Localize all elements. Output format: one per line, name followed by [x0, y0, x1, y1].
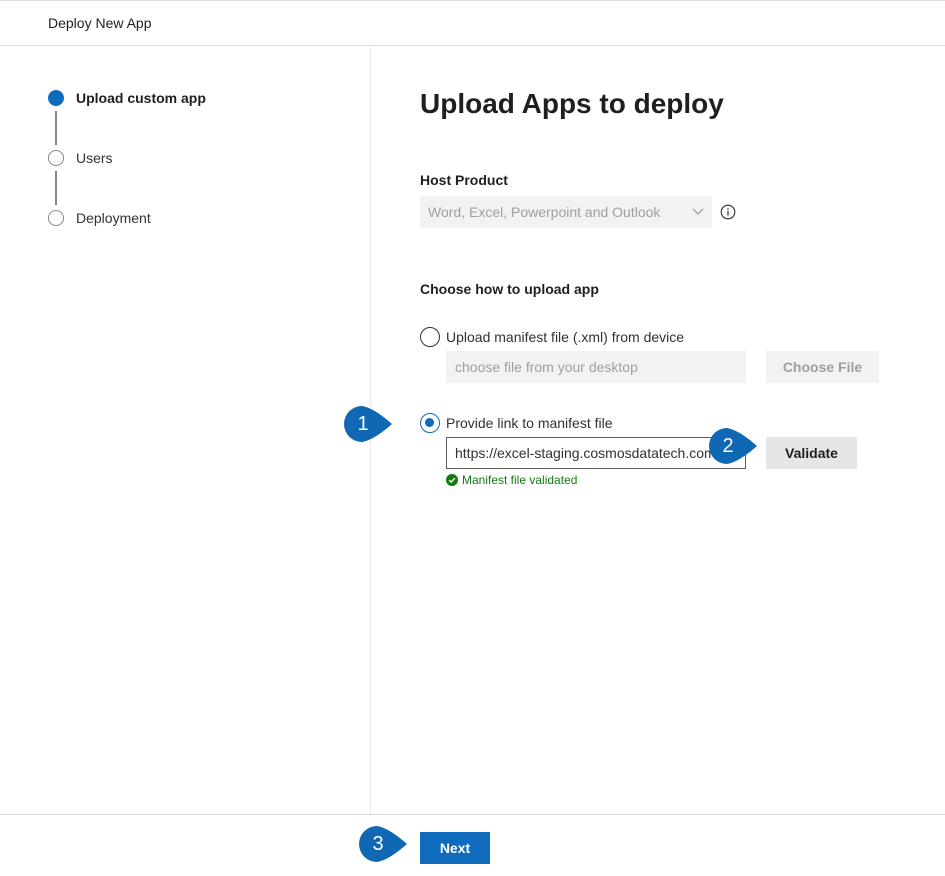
header: Deploy New App	[0, 0, 945, 46]
page-title: Deploy New App	[48, 15, 152, 31]
step-label: Users	[76, 150, 113, 166]
callout-number: 1	[357, 412, 369, 435]
radio-upload-manifest-file[interactable]: Upload manifest file (.xml) from device	[420, 327, 684, 347]
callout-number: 2	[722, 434, 734, 457]
step-connector	[55, 171, 57, 205]
radio-label: Upload manifest file (.xml) from device	[446, 329, 685, 345]
step-connector	[55, 111, 57, 145]
radio-label: Provide link to manifest file	[446, 415, 613, 431]
step-users[interactable]: Users	[48, 150, 113, 166]
upload-method-label: Choose how to upload app	[420, 281, 599, 297]
choose-file-button: Choose File	[766, 351, 879, 383]
radio-provide-link[interactable]: Provide link to manifest file	[420, 413, 613, 433]
file-path-input: choose file from your desktop	[446, 351, 746, 383]
step-label: Deployment	[76, 210, 151, 226]
callout-marker: 1	[344, 406, 392, 442]
step-indicator-active-icon	[48, 90, 64, 106]
next-button[interactable]: Next	[420, 832, 490, 864]
manifest-url-input[interactable]: https://excel-staging.cosmosdatatech.com	[446, 437, 746, 469]
chevron-down-icon	[692, 208, 704, 215]
callout-marker: 2	[709, 428, 757, 464]
radio-button-selected[interactable]	[420, 413, 440, 433]
callout-number: 3	[372, 832, 384, 855]
step-indicator-icon	[48, 210, 64, 226]
step-label: Upload custom app	[76, 90, 206, 106]
host-product-dropdown[interactable]: Word, Excel, Powerpoint and Outlook	[420, 196, 712, 228]
radio-button[interactable]	[420, 327, 440, 347]
validation-status-text: Manifest file validated	[462, 473, 578, 487]
validate-button[interactable]: Validate	[766, 437, 857, 469]
validation-status: Manifest file validated	[446, 473, 577, 487]
step-upload-custom-app[interactable]: Upload custom app	[48, 90, 206, 106]
main-heading: Upload Apps to deploy	[420, 88, 724, 119]
host-product-value: Word, Excel, Powerpoint and Outlook	[428, 204, 661, 220]
host-product-label: Host Product	[420, 172, 508, 188]
step-indicator-icon	[48, 150, 64, 166]
callout-marker: 3	[359, 826, 407, 862]
check-circle-icon	[446, 474, 458, 486]
info-icon[interactable]	[720, 204, 736, 220]
step-deployment[interactable]: Deployment	[48, 210, 151, 226]
